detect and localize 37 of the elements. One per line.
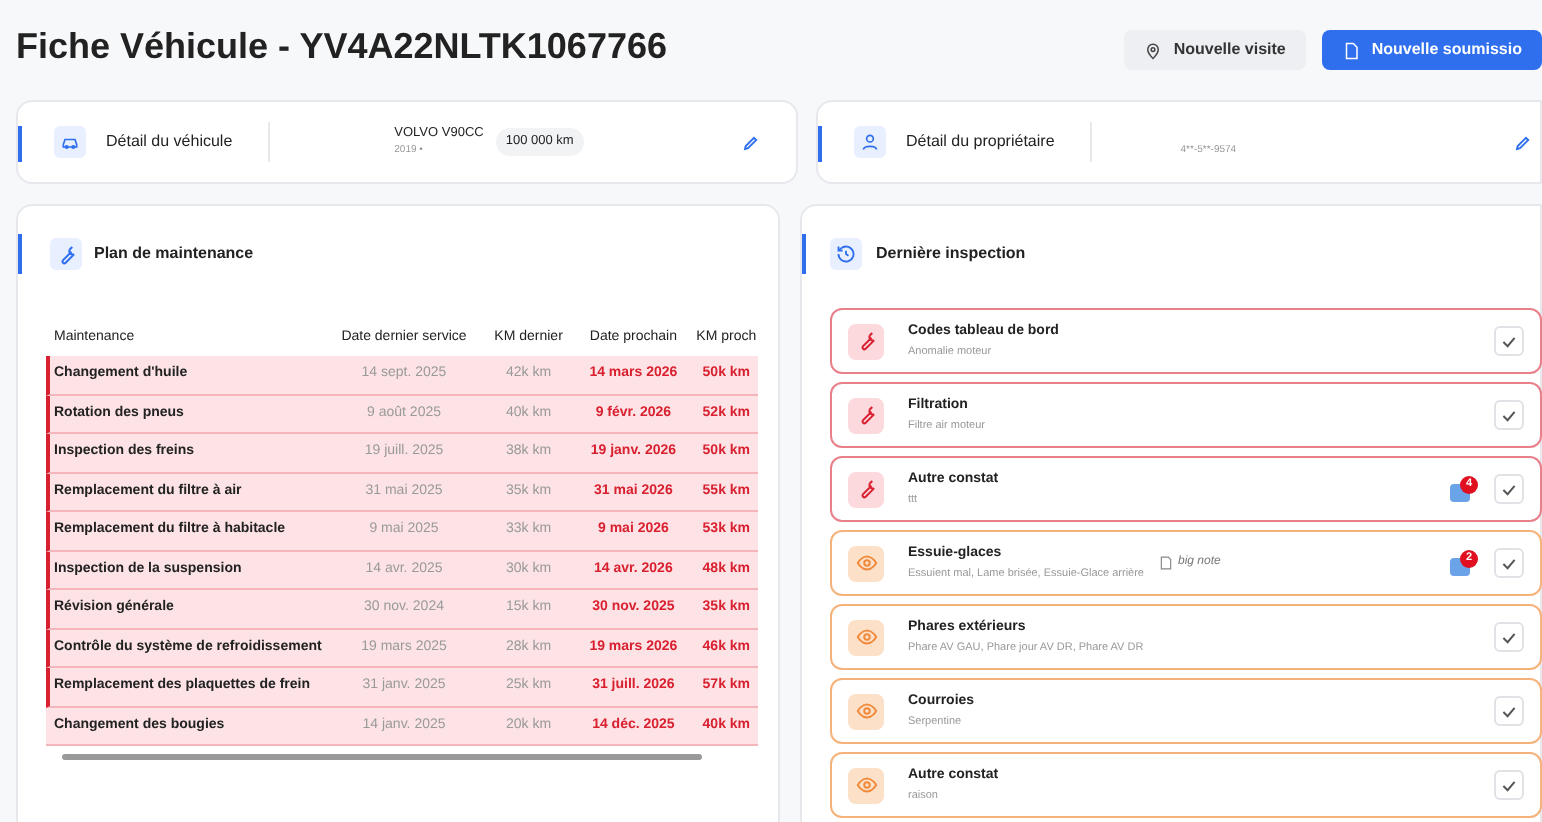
- wrench-icon: [855, 404, 877, 426]
- document-icon: [1341, 41, 1360, 59]
- check-button[interactable]: [1494, 474, 1524, 504]
- check-icon: [1502, 557, 1516, 569]
- wrench-icon: [55, 243, 77, 265]
- check-icon: [1502, 409, 1516, 421]
- page-title: Fiche Véhicule - YV4A22NLTK1067766: [16, 24, 667, 70]
- check-icon: [1502, 631, 1516, 643]
- panel-title: Dernière inspection: [876, 242, 1026, 266]
- check-icon: [1502, 335, 1516, 347]
- check-button[interactable]: [1494, 622, 1524, 652]
- check-button[interactable]: [1494, 326, 1524, 356]
- check-button[interactable]: [1494, 548, 1524, 578]
- check-button[interactable]: [1494, 770, 1524, 800]
- check-icon: [1502, 483, 1516, 495]
- wrench-icon: [855, 478, 877, 500]
- eye-icon: [855, 552, 877, 574]
- wrench-icon: [855, 330, 877, 352]
- eye-icon: [855, 700, 877, 722]
- check-button[interactable]: [1494, 400, 1524, 430]
- car-icon: [54, 126, 86, 158]
- person-icon: [854, 126, 886, 158]
- eye-icon: [855, 774, 877, 796]
- location-pin-icon: [1143, 41, 1162, 59]
- check-icon: [1502, 779, 1516, 791]
- pencil-icon[interactable]: [742, 133, 760, 151]
- eye-icon: [855, 626, 877, 648]
- check-icon: [1502, 705, 1516, 717]
- panel-title: Plan de maintenance: [94, 242, 254, 266]
- visit-button[interactable]: Nouvelle visite: [1123, 30, 1306, 70]
- check-button[interactable]: [1494, 696, 1524, 726]
- card-title: Détail du véhicule: [106, 122, 271, 162]
- pencil-icon[interactable]: [1514, 133, 1532, 151]
- submission-button[interactable]: Nouvelle soumissio: [1321, 30, 1542, 70]
- card-title: Détail du propriétaire: [906, 122, 1093, 162]
- note-icon: [1160, 556, 1172, 570]
- history-icon: [830, 238, 862, 270]
